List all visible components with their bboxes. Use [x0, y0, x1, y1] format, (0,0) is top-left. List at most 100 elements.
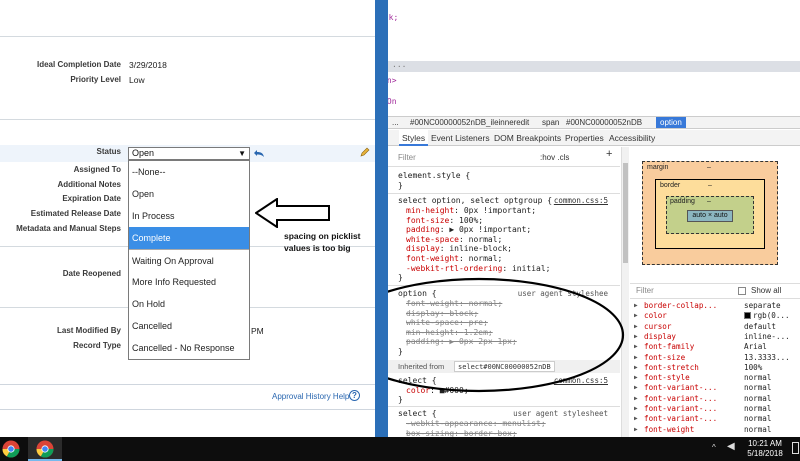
css-property-value[interactable]: normal;: [469, 235, 503, 244]
computed-property-row[interactable]: ▶ font-variant-... normal: [630, 383, 800, 393]
picklist-option[interactable]: --None--: [129, 161, 249, 183]
css-property-name[interactable]: font-size: [406, 216, 449, 225]
expand-triangle-icon[interactable]: ▶: [634, 394, 638, 404]
css-property-value[interactable]: border-box;: [464, 429, 517, 437]
expand-triangle-icon[interactable]: ▶: [634, 322, 638, 332]
css-property-value[interactable]: inline-block;: [449, 244, 512, 253]
css-property-value[interactable]: ▶ 0px !important;: [449, 225, 531, 234]
css-declaration[interactable]: min-height: 0px !important;: [406, 206, 536, 216]
tab-accessibility[interactable]: Accessibility: [609, 130, 655, 146]
computed-property-row[interactable]: ▶ border-collap... separate: [630, 301, 800, 311]
notification-icon[interactable]: [792, 442, 799, 454]
picklist-option[interactable]: In Process: [129, 205, 249, 227]
chrome-icon[interactable]: [36, 440, 54, 458]
css-declaration[interactable]: -webkit-appearance: menulist;: [406, 419, 546, 429]
scrollbar-thumb[interactable]: [623, 163, 628, 263]
box-model-padding[interactable]: padding – auto × auto: [666, 196, 754, 234]
status-picklist-dropdown[interactable]: --None-- Open In Process Complete Waitin…: [128, 160, 250, 360]
status-picklist[interactable]: Open ▼: [128, 147, 250, 160]
computed-property-row[interactable]: ▶ display inline-...: [630, 332, 800, 342]
element-style-selector[interactable]: element.style {: [398, 171, 470, 181]
expand-triangle-icon[interactable]: ▶: [634, 373, 638, 383]
css-property-name[interactable]: white-space: [406, 235, 459, 244]
picklist-option[interactable]: On Hold: [129, 293, 249, 315]
pane-splitter[interactable]: [375, 0, 388, 437]
computed-property-row[interactable]: ▶ font-weight normal: [630, 425, 800, 435]
css-property-name[interactable]: display: [406, 244, 440, 253]
show-all-checkbox[interactable]: [738, 287, 746, 295]
box-model-border[interactable]: border – padding – auto × auto: [655, 179, 765, 249]
expand-triangle-icon[interactable]: ▶: [634, 353, 638, 363]
rule-selector[interactable]: select {: [398, 409, 437, 419]
picklist-option[interactable]: Cancelled: [129, 315, 249, 337]
css-declaration[interactable]: box-sizing: border-box;: [406, 429, 517, 437]
expand-triangle-icon[interactable]: ▶: [634, 383, 638, 393]
breadcrumb-item[interactable]: span: [542, 117, 559, 128]
computed-filter-input[interactable]: Filter: [636, 284, 654, 298]
dom-node-line[interactable]: "00NC00000052nDB_ileinneredit" style="di…: [388, 13, 398, 24]
computed-property-row[interactable]: ▶ color rgb(0...: [630, 311, 800, 321]
css-property-name[interactable]: padding: [406, 225, 440, 234]
computed-property-row[interactable]: ▶ font-variant-... normal: [630, 414, 800, 424]
css-declaration[interactable]: -webkit-rtl-ordering: initial;: [406, 264, 551, 274]
picklist-option[interactable]: Waiting On Approval: [129, 249, 249, 271]
css-declaration[interactable]: white-space: normal;: [406, 235, 502, 245]
dom-tree[interactable]: ... ▼<div class="inlineEditDiv" id="00NC…: [388, 0, 800, 116]
css-property-name[interactable]: -webkit-rtl-ordering: [406, 264, 502, 273]
rule-source-link[interactable]: common.css:5: [554, 196, 608, 206]
box-model-content[interactable]: auto × auto: [687, 210, 733, 222]
tab-styles[interactable]: Styles: [399, 130, 429, 146]
speaker-icon[interactable]: ◀: [727, 441, 735, 452]
help-icon[interactable]: ?: [349, 390, 360, 401]
rule-selector[interactable]: select option, select optgroup {: [398, 196, 552, 206]
undo-icon[interactable]: [253, 149, 265, 158]
dom-node-line[interactable]: <option value="In Process">In Process</o…: [388, 76, 397, 87]
css-property-name[interactable]: box-sizing: [406, 429, 454, 437]
css-declaration[interactable]: padding: ▶ 0px !important;: [406, 225, 531, 235]
approval-history-help-link[interactable]: Approval History Help: [272, 392, 349, 401]
expand-triangle-icon[interactable]: ▶: [634, 342, 638, 352]
picklist-option[interactable]: More Info Requested: [129, 271, 249, 293]
picklist-option-highlighted[interactable]: Complete: [129, 227, 249, 249]
dom-ellipsis[interactable]: ...: [392, 60, 406, 71]
expand-triangle-icon[interactable]: ▶: [634, 311, 638, 321]
css-property-name[interactable]: font-weight: [406, 254, 459, 263]
expand-triangle-icon[interactable]: ▶: [634, 414, 638, 424]
tab-dom-breakpoints[interactable]: DOM Breakpoints: [494, 130, 561, 146]
chrome-icon[interactable]: [2, 440, 20, 458]
css-property-name[interactable]: min-height: [406, 206, 454, 215]
color-swatch-icon[interactable]: [744, 312, 751, 320]
expand-triangle-icon[interactable]: ▶: [634, 332, 638, 342]
computed-property-row[interactable]: ▶ font-stretch 100%: [630, 363, 800, 373]
hov-cls-toggles[interactable]: :hov .cls: [540, 153, 569, 163]
pencil-icon[interactable]: [360, 147, 370, 157]
breadcrumb-item[interactable]: ...: [392, 117, 399, 128]
expand-triangle-icon[interactable]: ▶: [634, 301, 638, 311]
css-declaration[interactable]: font-weight: normal;: [406, 254, 502, 264]
dom-node-line[interactable]: <option value="Waiting On Approval">Wait…: [388, 97, 397, 108]
clock-date[interactable]: 5/18/2018: [738, 449, 792, 458]
css-property-value[interactable]: menulist;: [502, 419, 545, 428]
clock-time[interactable]: 10:21 AM: [738, 439, 792, 448]
expand-triangle-icon[interactable]: ▶: [634, 363, 638, 373]
breadcrumb-item[interactable]: #00NC00000052nDB_ileinneredit: [410, 117, 529, 128]
computed-property-row[interactable]: ▶ font-family Arial: [630, 342, 800, 352]
css-declaration[interactable]: display: inline-block;: [406, 244, 512, 254]
picklist-option[interactable]: Cancelled - No Response: [129, 337, 249, 359]
css-property-name[interactable]: -webkit-appearance: [406, 419, 493, 428]
new-style-rule-button[interactable]: +: [606, 149, 612, 160]
expand-triangle-icon[interactable]: ▶: [634, 404, 638, 414]
computed-property-row[interactable]: ▶ cursor default: [630, 322, 800, 332]
computed-property-row[interactable]: ▶ font-style normal: [630, 373, 800, 383]
tray-expand-icon[interactable]: ^: [712, 443, 716, 452]
css-property-value[interactable]: 100%;: [459, 216, 483, 225]
breadcrumb-item[interactable]: #00NC00000052nDB: [566, 117, 642, 128]
breadcrumb-item-active[interactable]: option: [656, 117, 686, 128]
dropdown-arrow-icon[interactable]: ▼: [238, 148, 246, 159]
picklist-option[interactable]: Open: [129, 183, 249, 205]
box-model-margin[interactable]: margin – border – padding – auto × auto: [642, 161, 778, 265]
computed-property-row[interactable]: ▶ font-size 13.3333...: [630, 353, 800, 363]
tab-properties[interactable]: Properties: [565, 130, 604, 146]
tab-event-listeners[interactable]: Event Listeners: [431, 130, 490, 146]
css-declaration[interactable]: font-size: 100%;: [406, 216, 483, 226]
